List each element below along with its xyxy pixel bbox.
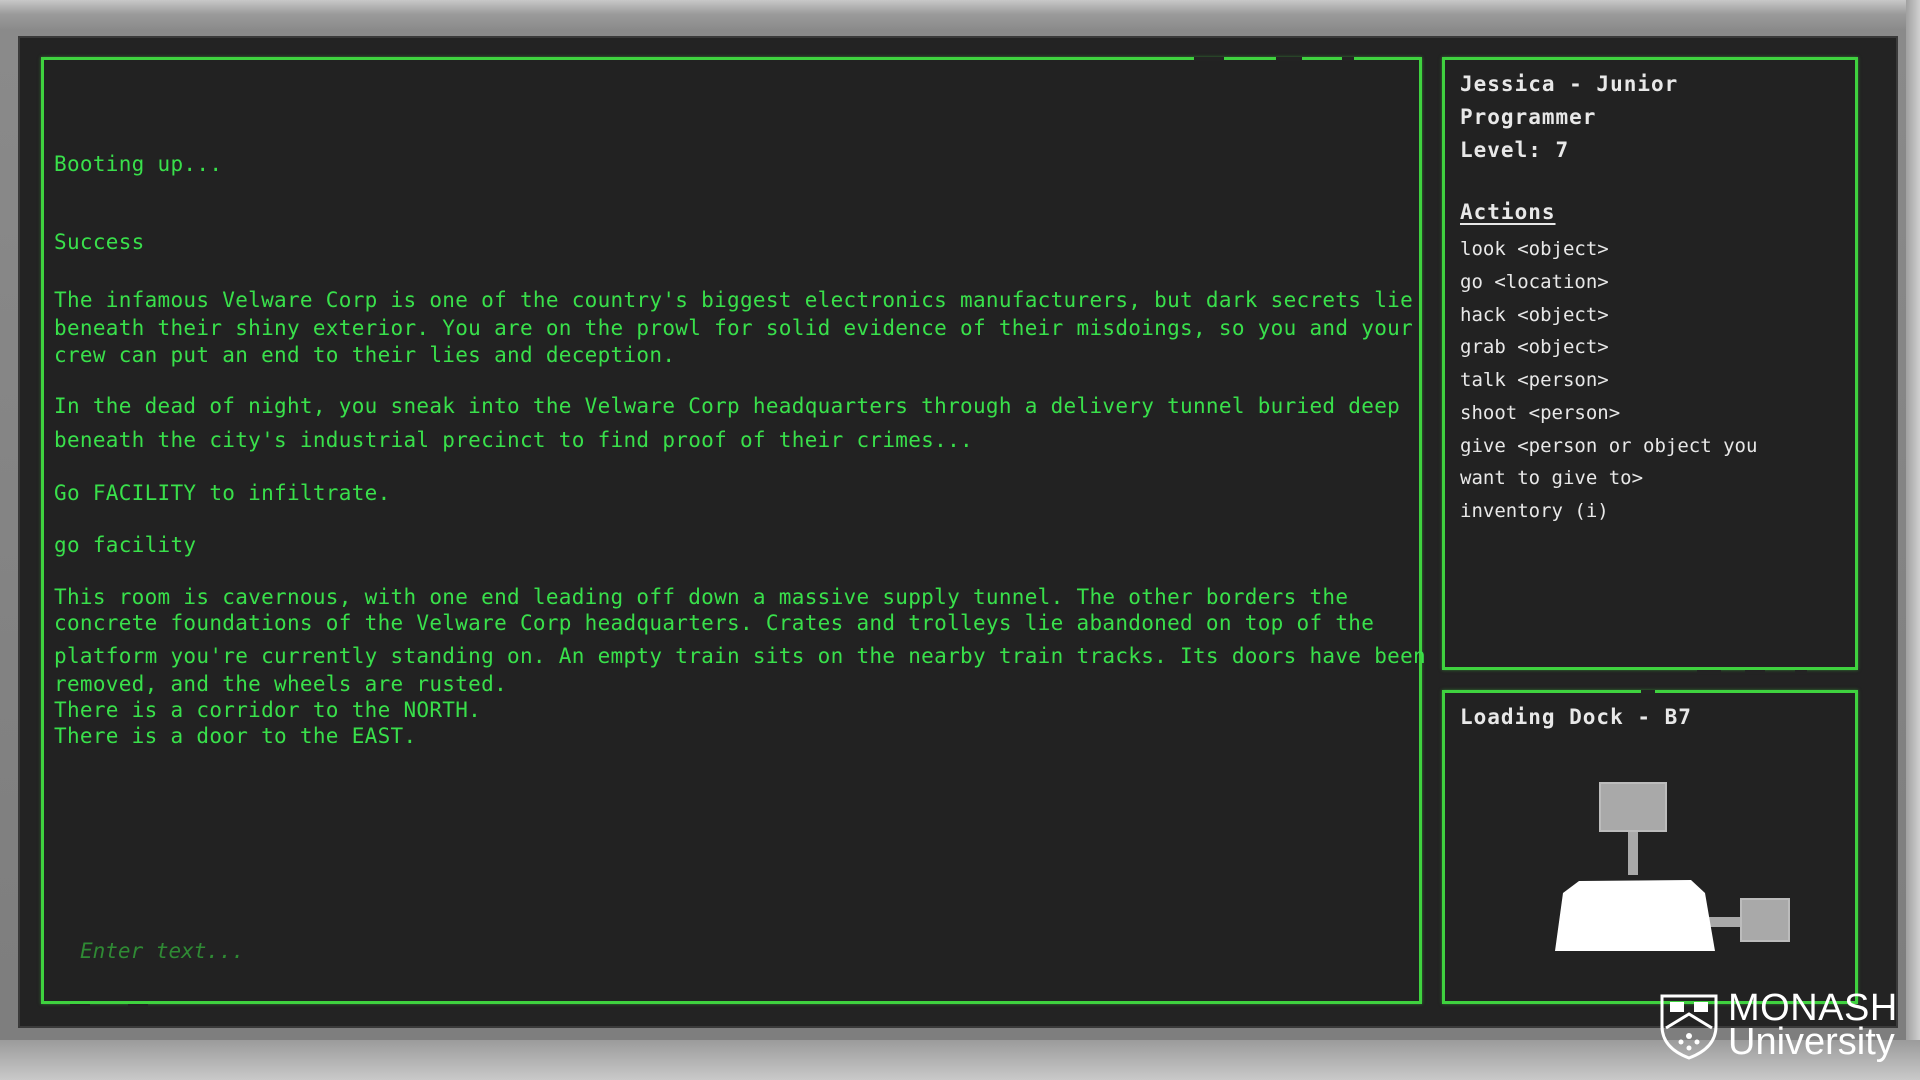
action-hack: hack <object> (1460, 304, 1609, 326)
map-connector-east (1707, 917, 1743, 927)
action-give: give <person or object you (1460, 435, 1758, 457)
player-level: Level: 7 (1460, 138, 1570, 162)
action-look: look <object> (1460, 238, 1609, 260)
action-give-cont: want to give to> (1460, 467, 1644, 489)
room-map (1555, 782, 1790, 951)
log-line: There is a door to the EAST. (54, 724, 417, 748)
player-role: Programmer (1460, 105, 1597, 129)
action-shoot: shoot <person> (1460, 402, 1621, 424)
game-screen: Booting up... Success The infamous Velwa… (18, 36, 1898, 1028)
map-room-east[interactable] (1740, 898, 1790, 942)
monitor-bezel-bottom (0, 1040, 1920, 1080)
status-panel: Jessica - Junior Programmer Level: 7 Act… (1442, 57, 1858, 674)
log-line: Booting up... (54, 152, 223, 176)
player-name: Jessica - Junior (1460, 72, 1679, 96)
action-grab: grab <object> (1460, 336, 1609, 358)
log-line: crew can put an end to their lies and de… (54, 343, 676, 367)
map-panel: Loading Dock - B7 (1442, 690, 1858, 1004)
action-go: go <location> (1460, 271, 1609, 293)
log-line: Go FACILITY to infiltrate. (54, 481, 391, 505)
log-line: concrete foundations of the Velware Corp… (54, 611, 1375, 635)
log-line: Success (54, 230, 145, 254)
logo-sub: University (1728, 1021, 1895, 1063)
console-panel: Booting up... Success The infamous Velwa… (41, 57, 1426, 1008)
log-line: In the dead of night, you sneak into the… (54, 394, 1401, 418)
actions-heading: Actions (1460, 200, 1556, 224)
log-line: go facility (54, 533, 197, 557)
log-line: beneath the city's industrial precinct t… (54, 428, 973, 452)
monitor-bezel-right (1906, 0, 1920, 1080)
action-talk: talk <person> (1460, 369, 1609, 391)
monash-logo: MONASH University (1652, 988, 1902, 1062)
map-connector-north (1628, 829, 1638, 875)
map-room-current (1555, 880, 1715, 951)
monash-crest-icon (1660, 994, 1718, 1060)
map-room-north[interactable] (1599, 782, 1667, 832)
action-inventory: inventory (i) (1460, 500, 1609, 522)
command-input[interactable] (78, 930, 1382, 972)
